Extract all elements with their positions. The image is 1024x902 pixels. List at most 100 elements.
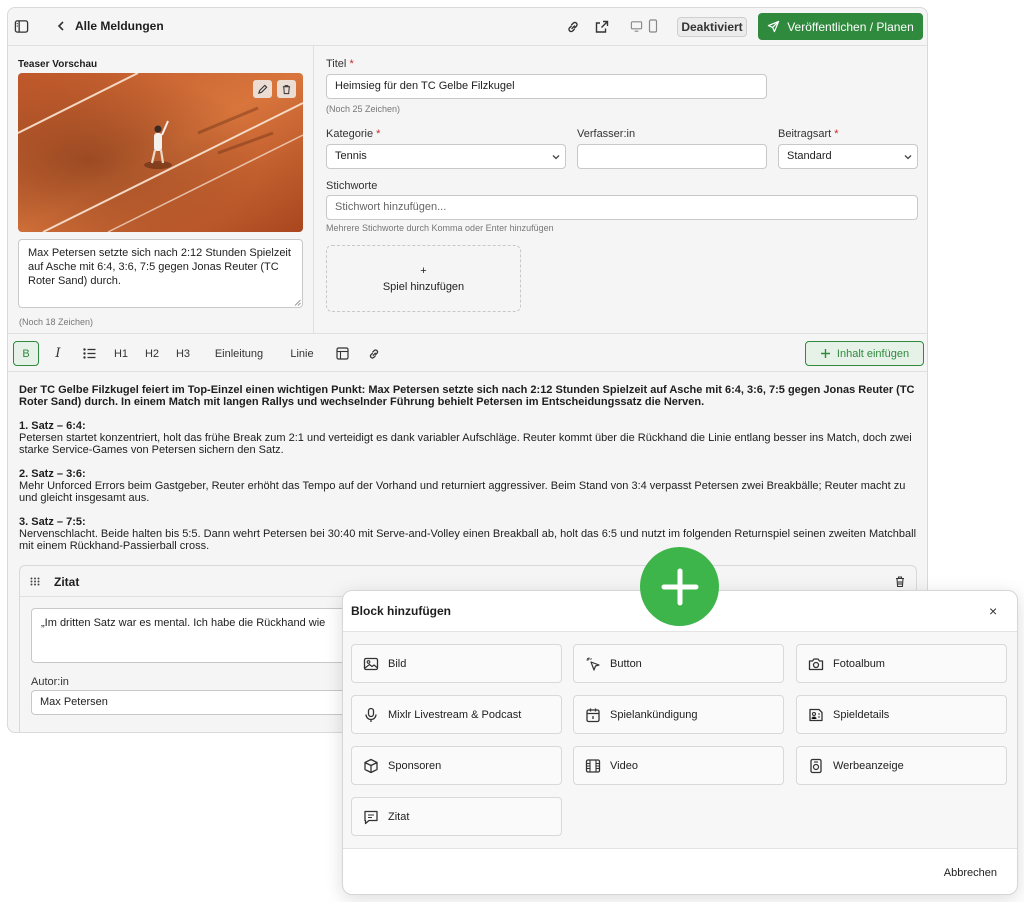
set2-text: Mehr Unforced Errors beim Gastgeber, Reu… <box>19 480 906 504</box>
post-type-select[interactable]: Standard <box>778 144 918 169</box>
external-link-icon[interactable] <box>594 19 610 35</box>
ad-icon <box>810 758 822 773</box>
block-option-mixlr[interactable]: Mixlr Livestream & Podcast <box>351 695 562 734</box>
block-grid: Bild Button Fotoalbum Mixlr Livestream &… <box>343 631 1017 849</box>
plus-icon <box>661 568 698 605</box>
resize-handle-icon[interactable] <box>294 299 301 306</box>
plus-icon <box>820 348 831 359</box>
block-option-label: Mixlr Livestream & Podcast <box>388 708 522 721</box>
italic-button[interactable]: I <box>49 341 67 366</box>
title-label: Titel * <box>326 58 354 70</box>
title-input[interactable]: Heimsieg für den TC Gelbe Filzkugel <box>326 74 767 99</box>
teaser-image[interactable] <box>18 73 303 232</box>
teaser-textarea[interactable]: Max Petersen setzte sich nach 2:12 Stund… <box>18 239 303 308</box>
tags-label: Stichworte <box>326 180 378 192</box>
back-chevron-icon[interactable] <box>55 20 67 32</box>
h2-button[interactable]: H2 <box>143 341 161 366</box>
top-bar: Alle Meldungen Deaktiviert Veröffentlich… <box>8 8 927 46</box>
mobile-preview-icon[interactable] <box>648 19 658 33</box>
details-icon <box>809 708 823 721</box>
article-body[interactable]: Der TC Gelbe Filzkugel feiert im Top-Ein… <box>19 384 919 564</box>
image-icon <box>363 657 379 670</box>
block-option-photo-album[interactable]: Fotoalbum <box>796 644 1007 683</box>
bullet-list-icon <box>82 348 95 359</box>
delete-image-trash-icon[interactable] <box>277 80 296 98</box>
send-icon <box>767 20 780 33</box>
title-char-counter: (Noch 25 Zeichen) <box>326 104 401 114</box>
table-button[interactable] <box>334 341 350 366</box>
insert-content-label: Inhalt einfügen <box>836 347 910 360</box>
bullet-list-button[interactable] <box>80 341 98 366</box>
block-option-label: Fotoalbum <box>833 657 885 670</box>
author-input[interactable] <box>577 144 767 169</box>
category-select[interactable]: Tennis <box>326 144 566 169</box>
set1-text: Petersen startet konzentriert, holt das … <box>19 432 912 456</box>
block-option-label: Spielankündigung <box>610 708 698 721</box>
microphone-icon <box>365 707 377 722</box>
set2-title: 2. Satz – 3:6: <box>19 468 86 480</box>
deactivated-toggle-button[interactable]: Deaktiviert <box>677 17 747 37</box>
teaser-char-counter: (Noch 18 Zeichen) <box>19 317 94 327</box>
cancel-button[interactable]: Abbrechen <box>944 867 997 879</box>
quote-bubble-icon <box>364 810 378 824</box>
author-label: Verfasser:in <box>577 128 636 140</box>
line-button[interactable]: Linie <box>284 341 320 366</box>
intro-button[interactable]: Einleitung <box>208 341 270 366</box>
block-option-video[interactable]: Video <box>573 746 784 785</box>
insert-link-button[interactable] <box>366 341 382 366</box>
package-icon <box>364 758 378 773</box>
block-option-image[interactable]: Bild <box>351 644 562 683</box>
teaser-panel: Teaser Vorschau Max Petersen setzte sich… <box>8 46 314 333</box>
block-option-label: Bild <box>388 657 407 670</box>
add-game-button[interactable]: + Spiel hinzufügen <box>326 245 521 312</box>
chevron-down-icon <box>551 152 561 162</box>
page-title[interactable]: Alle Meldungen <box>75 19 164 33</box>
h3-button[interactable]: H3 <box>174 341 192 366</box>
block-option-label: Werbeanzeige <box>833 759 904 772</box>
plus-icon: + <box>420 265 427 277</box>
drag-handle-icon[interactable] <box>30 577 40 586</box>
add-game-label: Spiel hinzufügen <box>382 281 465 293</box>
set3-title: 3. Satz – 7:5: <box>19 516 86 528</box>
camera-icon <box>808 657 824 670</box>
publish-button[interactable]: Veröffentlichen / Planen <box>758 13 923 40</box>
block-option-game-announcement[interactable]: Spielankündigung <box>573 695 784 734</box>
block-option-label: Spieldetails <box>833 708 890 721</box>
add-block-modal: Block hinzufügen × Bild Button Fotoalbum… <box>342 590 1018 895</box>
quote-block-title: Zitat <box>54 575 80 589</box>
article-lead: Der TC Gelbe Filzkugel feiert im Top-Ein… <box>19 384 915 408</box>
desktop-preview-icon[interactable] <box>630 20 643 33</box>
modal-title: Block hinzufügen <box>351 604 451 618</box>
block-option-sponsors[interactable]: Sponsoren <box>351 746 562 785</box>
block-option-label: Video <box>610 759 638 772</box>
block-option-quote[interactable]: Zitat <box>351 797 562 836</box>
link-icon <box>369 348 379 359</box>
quote-author-label: Autor:in <box>31 676 69 688</box>
bold-button[interactable]: B <box>13 341 39 366</box>
block-option-label: Zitat <box>388 810 410 823</box>
pointer-click-icon <box>586 657 600 671</box>
block-option-label: Sponsoren <box>388 759 442 772</box>
insert-content-button[interactable]: Inhalt einfügen <box>805 341 924 366</box>
edit-image-pencil-icon[interactable] <box>253 80 272 98</box>
metadata-form: Titel * Heimsieg für den TC Gelbe Filzku… <box>315 46 927 333</box>
table-icon <box>335 347 349 360</box>
set3-text: Nervenschlacht. Beide halten bis 5:5. Da… <box>19 528 917 552</box>
formatting-toolbar: B I H1 H2 H3 Einleitung Linie Inhalt ein… <box>8 333 927 372</box>
chevron-down-icon <box>903 152 913 162</box>
h1-button[interactable]: H1 <box>112 341 130 366</box>
tags-input[interactable]: Stichwort hinzufügen... <box>326 195 918 220</box>
delete-block-trash-icon[interactable] <box>894 575 906 588</box>
block-option-label: Button <box>610 657 642 670</box>
category-label: Kategorie * <box>326 128 381 140</box>
link-icon[interactable] <box>565 19 581 35</box>
calendar-icon <box>586 708 600 722</box>
add-block-plus-button[interactable] <box>640 547 719 626</box>
set1-title: 1. Satz – 6:4: <box>19 420 86 432</box>
block-option-advertisement[interactable]: Werbeanzeige <box>796 746 1007 785</box>
block-option-button[interactable]: Button <box>573 644 784 683</box>
close-icon[interactable]: × <box>989 603 997 619</box>
block-option-game-details[interactable]: Spieldetails <box>796 695 1007 734</box>
film-icon <box>585 758 601 773</box>
sidebar-toggle-icon[interactable] <box>14 19 29 34</box>
